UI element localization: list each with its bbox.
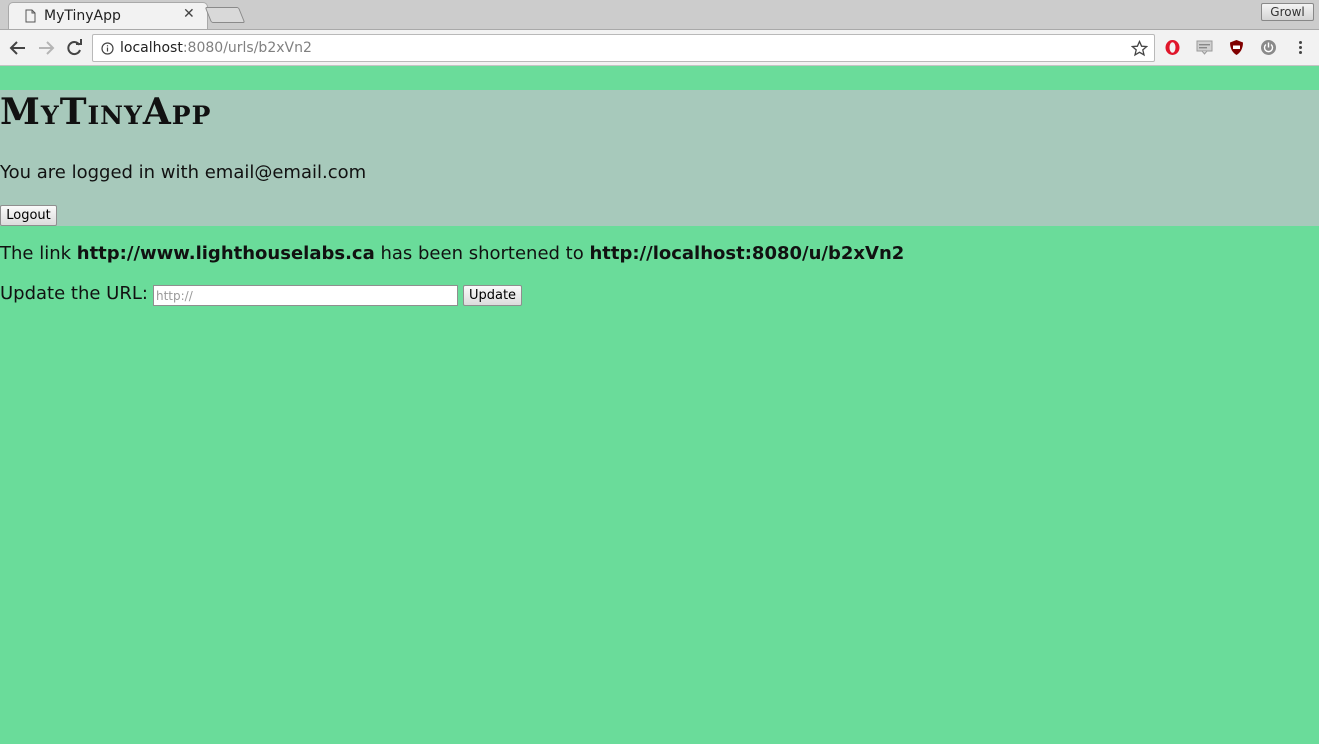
power-icon[interactable] <box>1260 39 1277 56</box>
page-header: MyTinyApp You are logged in with email@e… <box>0 90 1319 226</box>
update-button[interactable]: Update <box>463 285 522 306</box>
reload-icon[interactable] <box>64 38 84 58</box>
browser-tabstrip: MyTinyApp ✕ Growl <box>0 0 1319 30</box>
back-arrow-icon[interactable] <box>8 38 28 58</box>
login-email: email@email.com <box>204 162 367 183</box>
app-title: MyTinyApp <box>0 91 212 133</box>
opera-icon[interactable] <box>1164 39 1181 56</box>
logout-button[interactable]: Logout <box>0 205 57 226</box>
link-middle: has been shortened to <box>374 243 590 264</box>
shortened-link-message: The link http://www.lighthouselabs.ca ha… <box>0 243 904 264</box>
tab-title: MyTinyApp <box>44 8 121 24</box>
new-tab-button[interactable] <box>204 7 246 23</box>
extension-chat-icon[interactable] <box>1196 39 1213 56</box>
menu-kebab-icon[interactable] <box>1292 39 1309 56</box>
long-url-input[interactable] <box>153 285 458 306</box>
login-status: You are logged in with email@email.com <box>0 162 366 183</box>
url-host: localhost <box>120 40 183 56</box>
forward-arrow-icon[interactable] <box>36 38 56 58</box>
browser-toolbar: localhost:8080/urls/b2xVn2 <box>0 29 1319 66</box>
address-bar[interactable]: localhost:8080/urls/b2xVn2 <box>92 34 1155 62</box>
short-url: http://localhost:8080/u/b2xVn2 <box>589 243 905 264</box>
update-url-label: Update the URL: <box>0 283 148 304</box>
url-path: :8080/urls/b2xVn2 <box>182 40 312 56</box>
profile-button[interactable]: Growl <box>1261 3 1314 21</box>
close-tab-icon[interactable]: ✕ <box>183 6 195 22</box>
login-prefix: You are logged in with <box>0 162 205 183</box>
long-url: http://www.lighthouselabs.ca <box>76 243 375 264</box>
browser-tab[interactable]: MyTinyApp ✕ <box>8 2 208 30</box>
info-icon[interactable] <box>101 42 114 55</box>
link-prefix: The link <box>0 243 77 264</box>
bookmark-star-icon[interactable] <box>1131 40 1148 57</box>
page-icon <box>25 9 36 23</box>
url-text: localhost:8080/urls/b2xVn2 <box>120 40 312 56</box>
ublock-shield-icon[interactable] <box>1228 39 1245 56</box>
